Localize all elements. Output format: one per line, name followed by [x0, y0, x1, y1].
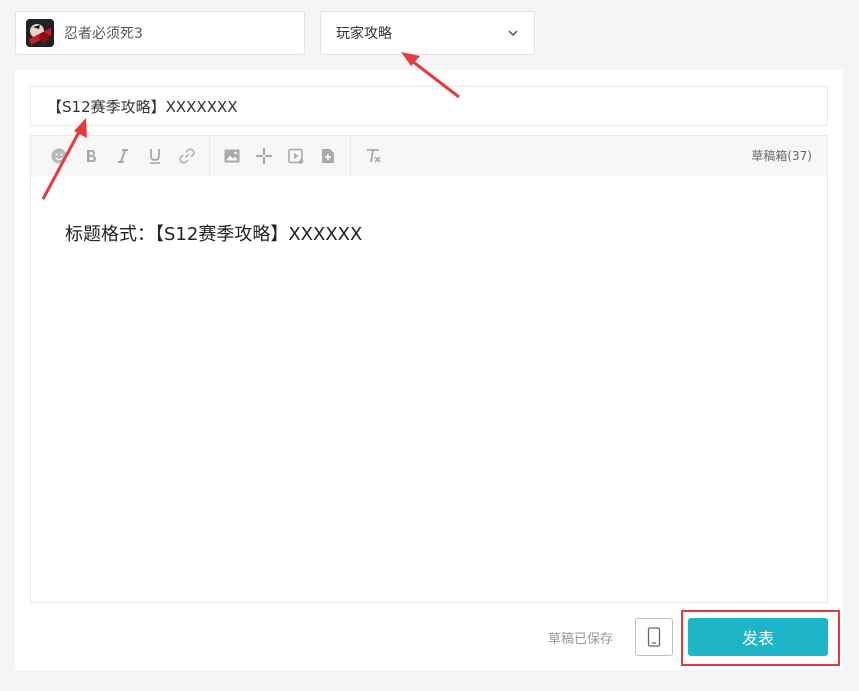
- game-avatar-icon: [26, 19, 54, 47]
- rich-text-editor: 草稿箱(37) 标题格式：【S12赛季攻略】XXXXXX: [30, 135, 828, 603]
- video-icon[interactable]: [280, 136, 312, 176]
- format-group: [43, 136, 203, 176]
- mobile-preview-button[interactable]: [635, 618, 673, 656]
- mobile-preview-icon: [647, 627, 661, 647]
- editor-content[interactable]: 标题格式：【S12赛季攻略】XXXXXX: [31, 176, 827, 290]
- image-icon[interactable]: [216, 136, 248, 176]
- category-selected: 玩家攻略: [336, 26, 392, 42]
- game-name: 忍者必须死3: [64, 26, 143, 42]
- sparkle-icon[interactable]: [248, 136, 280, 176]
- link-icon[interactable]: [171, 136, 203, 176]
- post-editor-page: 忍者必须死3 玩家攻略 【S12赛季攻略】XXXXXXX 草稿箱(37) 标题格…: [0, 0, 859, 691]
- chevron-down-icon: [508, 30, 518, 37]
- bold-icon[interactable]: [75, 136, 107, 176]
- file-add-icon[interactable]: [312, 136, 344, 176]
- clear-format-icon[interactable]: [357, 136, 389, 176]
- editor-card: 草稿箱(37) 标题格式：【S12赛季攻略】XXXXXX 草稿已保存 发表: [15, 70, 843, 670]
- editor-toolbar: 草稿箱(37): [31, 136, 827, 176]
- clear-group: [357, 136, 389, 176]
- drafts-link[interactable]: 草稿箱(37): [751, 136, 812, 176]
- game-selector[interactable]: 忍者必须死3: [15, 11, 305, 55]
- media-group: [216, 136, 344, 176]
- toolbar-divider: [350, 136, 351, 176]
- save-status: 草稿已保存: [548, 632, 614, 647]
- italic-icon[interactable]: [107, 136, 139, 176]
- editor-text: 标题格式：【S12赛季攻略】XXXXXX: [65, 224, 363, 245]
- underline-icon[interactable]: [139, 136, 171, 176]
- emoji-icon[interactable]: [43, 136, 75, 176]
- title-input[interactable]: [30, 86, 828, 126]
- publish-button[interactable]: 发表: [688, 618, 828, 656]
- toolbar-divider: [209, 136, 210, 176]
- category-dropdown[interactable]: 玩家攻略: [320, 11, 535, 55]
